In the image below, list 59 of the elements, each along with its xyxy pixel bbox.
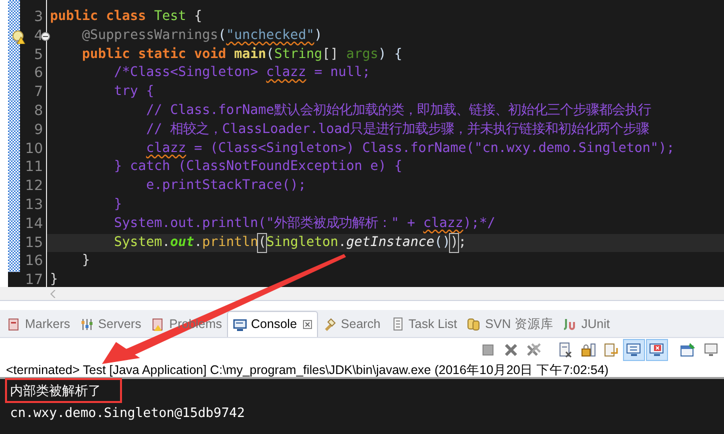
code-line: clazz = (Class<Singleton>) Class.forName("cn.wxy.demo.Singleton"); <box>145 140 676 158</box>
close-icon[interactable] <box>302 320 312 329</box>
code-line: } <box>81 252 92 270</box>
line-number: 8 <box>34 102 43 121</box>
line-number: 10 <box>25 140 43 158</box>
line-number: 15 <box>25 234 43 252</box>
tab-icon <box>80 317 94 331</box>
line-number: 13 <box>25 196 43 215</box>
line-number: 12 <box>25 177 43 196</box>
code-line: /*Class<Singleton> clazz = null; <box>113 64 372 82</box>
console-output-line: cn.wxy.demo.Singleton@15db9742 <box>10 405 245 423</box>
code-line: } <box>49 271 60 290</box>
line-number: 17 <box>25 271 43 290</box>
fold-icon[interactable] <box>41 32 50 41</box>
monitor-error-icon[interactable] <box>649 342 665 358</box>
tab-icon <box>467 317 482 331</box>
code-line: try { <box>113 83 156 102</box>
display-icon[interactable] <box>703 342 719 358</box>
line-number: 5 <box>34 46 43 64</box>
tab-icon <box>7 317 21 331</box>
view-tab[interactable]: Markers <box>2 311 76 337</box>
document-arrow-icon[interactable] <box>603 342 619 358</box>
remove-icon[interactable] <box>503 342 519 358</box>
tab-icon <box>563 317 578 331</box>
line-number: 16 <box>25 252 43 272</box>
line-number: 3 <box>34 8 43 27</box>
line-number: 4 <box>34 26 43 46</box>
pinned-window-icon[interactable] <box>680 342 696 358</box>
code-line: e.printStackTrace(); <box>145 177 308 196</box>
code-line: // Class.forName默认会初始化加载的类，即加载、链接、初始化三个步骤都会执行 <box>145 102 652 120</box>
tab-icon <box>151 317 166 331</box>
view-tab[interactable]: Servers <box>75 311 146 337</box>
tab-icon <box>390 317 405 331</box>
view-tab[interactable]: JUnit <box>558 311 615 337</box>
line-number: 6 <box>34 64 43 84</box>
warning-bulb-icon[interactable] <box>12 30 26 44</box>
view-tab[interactable]: Console <box>227 311 318 337</box>
code-line: public static void main(String[] args) { <box>81 46 404 64</box>
code-line: // 相较之，ClassLoader.load只是进行加载步骤，并未执行链接和初始化两个步骤 <box>145 120 650 139</box>
view-tab[interactable]: Task List <box>386 311 462 337</box>
code-line: public class Test { <box>49 8 204 26</box>
code-line: } <box>113 196 124 214</box>
code-line: } catch (ClassNotFoundException e) { <box>113 158 404 176</box>
tab-icon <box>233 318 248 332</box>
tab-icon <box>322 317 337 331</box>
monitor-icon[interactable] <box>626 342 642 358</box>
line-number: 14 <box>25 214 43 234</box>
remove-all-icon[interactable] <box>526 342 542 358</box>
line-number: 11 <box>25 158 43 178</box>
view-tab[interactable]: Search <box>318 311 386 337</box>
document-icon[interactable] <box>557 342 573 358</box>
code-line: System.out.println("外部类被成功解析：" + clazz);*/ <box>113 214 496 233</box>
console-output-line: 内部类被解析了 <box>10 383 101 401</box>
line-number: 7 <box>34 83 43 102</box>
stop-icon[interactable] <box>480 342 496 358</box>
line-number: 9 <box>34 120 43 140</box>
view-tab[interactable]: SVN 资源库 <box>462 311 558 337</box>
code-line: @SuppressWarnings("unchecked") <box>81 26 324 45</box>
lock-icon[interactable] <box>580 342 596 358</box>
